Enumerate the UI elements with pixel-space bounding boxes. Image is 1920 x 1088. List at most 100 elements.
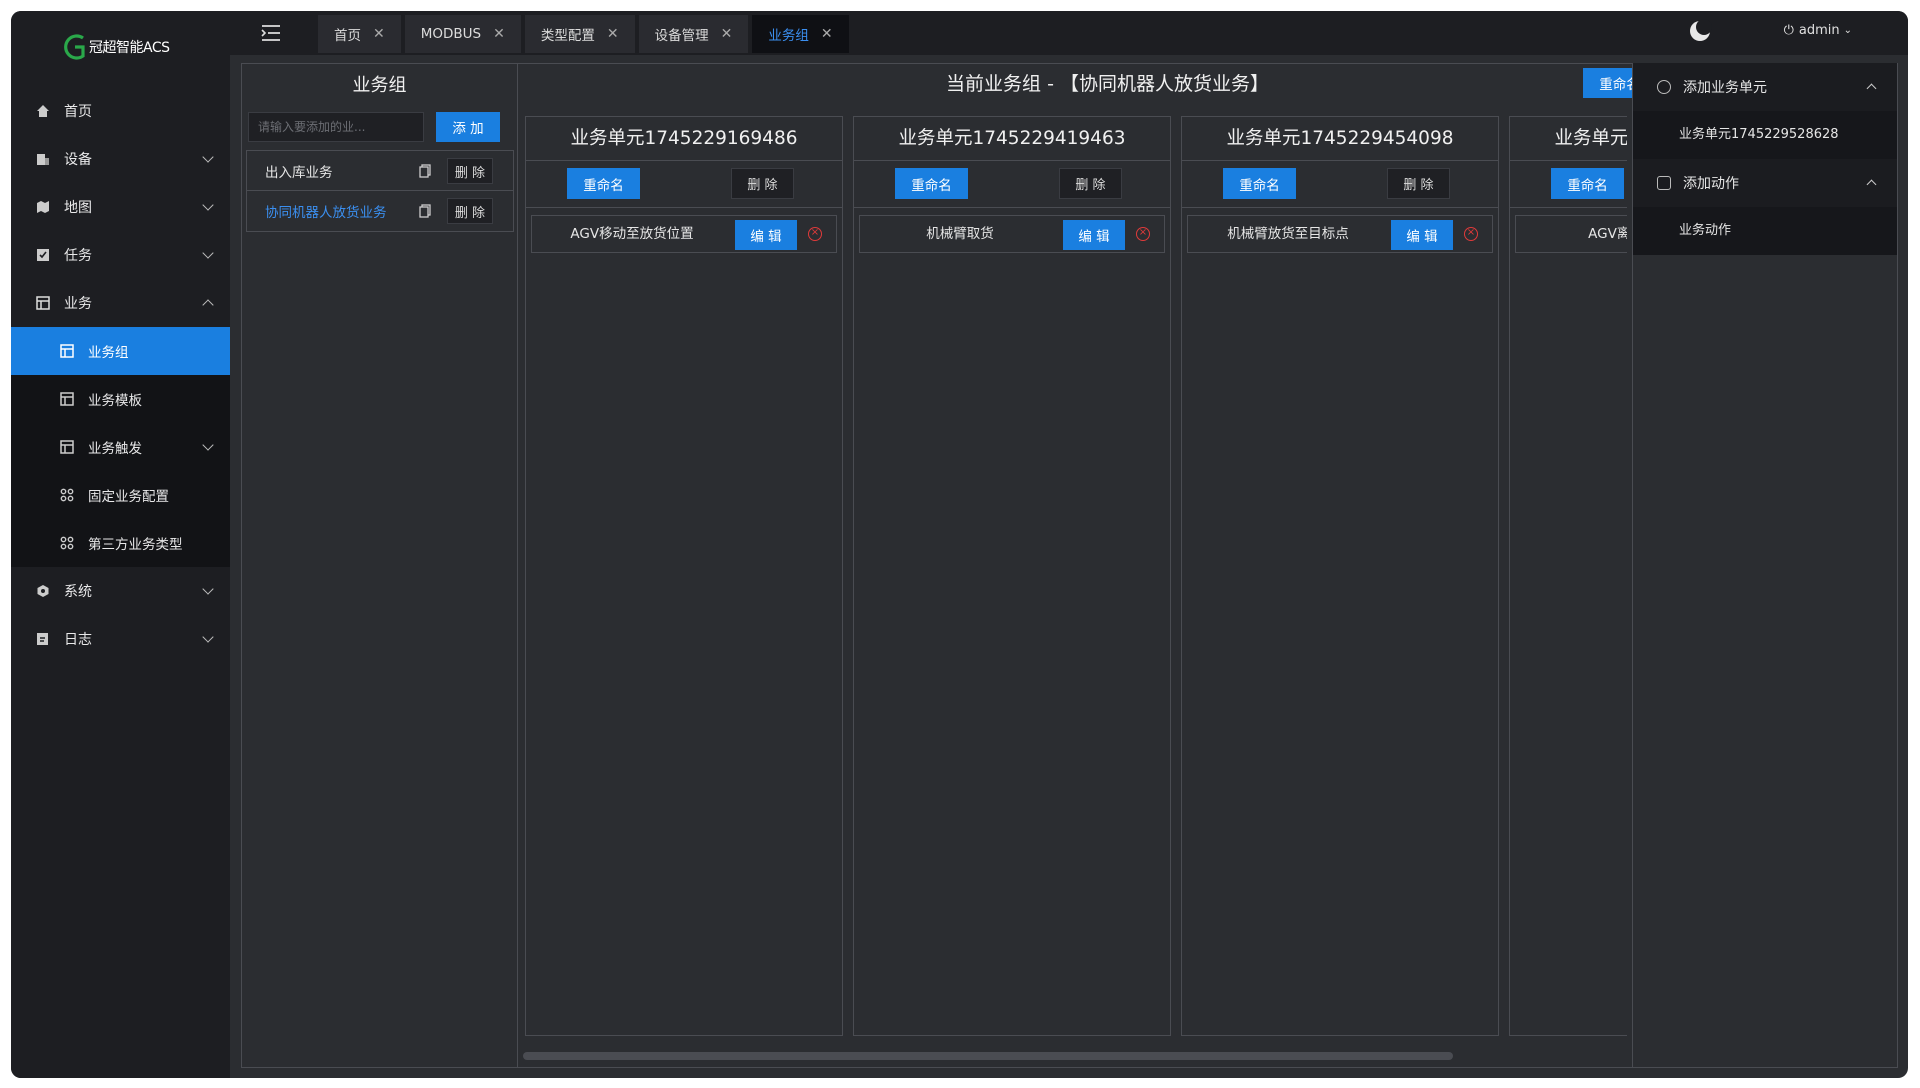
command-icon [60, 488, 74, 502]
copy-icon[interactable] [419, 164, 431, 178]
app-window: 冠超智能ACS 首页 设备 地图 任务 业务 业务组 业务模板 业务触发 固定业… [11, 11, 1908, 1078]
sidebar-item-business-group[interactable]: 业务组 [11, 327, 230, 375]
rename-unit-button[interactable]: 重命名 [1551, 168, 1624, 199]
business-unit: 业务单元1745229528628 重命名 删 除 AGV离开 编 辑 × [1509, 116, 1627, 1036]
action-item: 机械臂放货至目标点 编 辑 × [1187, 215, 1493, 253]
close-icon[interactable]: ✕ [607, 26, 619, 42]
sidebar-item-label: 业务 [64, 296, 92, 312]
delete-group-button[interactable]: 删 除 [447, 158, 493, 184]
log-icon [37, 633, 48, 645]
sidebar-item-business[interactable]: 业务 [11, 279, 230, 327]
sidebar: 冠超智能ACS 首页 设备 地图 任务 业务 业务组 业务模板 业务触发 固定业… [11, 11, 230, 1078]
group-list: 出入库业务 删 除 协同机器人放货业务 删 除 [246, 150, 514, 232]
sidebar-item-label: 任务 [64, 248, 92, 264]
tab-home[interactable]: 首页 ✕ [318, 15, 401, 53]
brand-name: 冠超智能ACS [89, 40, 170, 56]
chevron-down-icon [202, 583, 214, 595]
sidebar-item-label: 第三方业务类型 [88, 537, 183, 553]
horizontal-scrollbar[interactable] [523, 1052, 1453, 1060]
table-icon [60, 440, 74, 454]
rename-unit-button[interactable]: 重命名 [895, 168, 968, 199]
rename-unit-button[interactable]: 重命名 [567, 168, 640, 199]
unit-title: 业务单元1745229169486 [526, 117, 842, 161]
group-item[interactable]: 协同机器人放货业务 删 除 [247, 191, 513, 231]
tab-business-group[interactable]: 业务组 ✕ [752, 15, 849, 53]
sidebar-item-label: 固定业务配置 [88, 489, 169, 505]
chevron-down-icon [202, 247, 214, 259]
chevron-up-icon [1866, 179, 1877, 190]
unit-actions: 重命名 删 除 [1182, 161, 1498, 208]
tab-device-management[interactable]: 设备管理 ✕ [638, 15, 749, 53]
delete-unit-button[interactable]: 删 除 [731, 168, 794, 199]
group-name: 协同机器人放货业务 [265, 205, 387, 221]
edit-action-button[interactable]: 编 辑 [735, 220, 797, 250]
group-panel-title: 业务组 [352, 75, 407, 96]
tab-bar: 首页 ✕ MODBUS ✕ 类型配置 ✕ 设备管理 ✕ 业务组 ✕ [318, 15, 853, 53]
power-icon: ⏻ [1783, 23, 1794, 38]
sidebar-item-map[interactable]: 地图 [11, 183, 230, 231]
business-icon [36, 296, 50, 310]
action-item: AGV移动至放货位置 编 辑 × [531, 215, 837, 253]
tab-label: 类型配置 [540, 28, 595, 44]
close-icon[interactable]: ✕ [821, 26, 833, 42]
tab-type-config[interactable]: 类型配置 ✕ [524, 15, 635, 53]
delete-unit-button[interactable]: 删 除 [1059, 168, 1122, 199]
sidebar-item-home[interactable]: 首页 [11, 87, 230, 135]
remove-circle-icon[interactable]: × [808, 227, 822, 241]
close-icon[interactable]: ✕ [493, 26, 505, 42]
business-submenu: 业务组 业务模板 业务触发 固定业务配置 第三方业务类型 [11, 327, 230, 567]
section-title: 添加业务单元 [1683, 80, 1767, 96]
sidebar-item-label: 地图 [64, 200, 92, 216]
draggable-action-item[interactable]: 业务动作 [1633, 207, 1897, 255]
business-unit: 业务单元1745229454098 重命名 删 除 机械臂放货至目标点 编 辑 … [1181, 116, 1499, 1036]
sidebar-item-business-trigger[interactable]: 业务触发 [11, 423, 230, 471]
add-unit-section-header[interactable]: 添加业务单元 [1633, 63, 1897, 111]
add-action-section-header[interactable]: 添加动作 [1633, 159, 1897, 207]
group-name: 出入库业务 [265, 164, 333, 181]
rename-unit-button[interactable]: 重命名 [1223, 168, 1296, 199]
action-item: 机械臂取货 编 辑 × [859, 215, 1165, 253]
gear-icon [1657, 176, 1671, 190]
close-icon[interactable]: ✕ [373, 26, 385, 42]
delete-group-button[interactable]: 删 除 [447, 198, 493, 224]
chevron-down-icon: ⌄ [1843, 25, 1852, 36]
edit-action-button[interactable]: 编 辑 [1391, 220, 1453, 250]
sidebar-item-third-party-business-type[interactable]: 第三方业务类型 [11, 519, 230, 567]
unit-actions: 重命名 删 除 [1510, 161, 1627, 208]
group-item[interactable]: 出入库业务 删 除 [247, 151, 513, 191]
menu-collapse-icon[interactable] [260, 23, 282, 43]
sidebar-item-label: 系统 [64, 584, 92, 600]
sidebar-item-system[interactable]: 系统 [11, 567, 230, 615]
remove-circle-icon[interactable]: × [1464, 227, 1478, 241]
copy-icon[interactable] [419, 204, 431, 218]
sidebar-item-device[interactable]: 设备 [11, 135, 230, 183]
chevron-down-icon [202, 151, 214, 163]
section-title: 添加动作 [1683, 176, 1739, 192]
tab-label: 首页 [334, 28, 361, 44]
theme-toggle-icon[interactable] [1690, 19, 1712, 41]
home-icon [37, 105, 49, 117]
remove-circle-icon[interactable]: × [1136, 227, 1150, 241]
sidebar-item-log[interactable]: 日志 [11, 615, 230, 663]
add-group-button[interactable]: 添 加 [436, 112, 500, 142]
sidebar-item-label: 日志 [64, 632, 92, 648]
command-icon [60, 536, 74, 550]
action-name: 机械臂取货 [926, 226, 994, 242]
chevron-up-icon [202, 299, 214, 311]
logo-icon [64, 34, 85, 60]
edit-action-button[interactable]: 编 辑 [1063, 220, 1125, 250]
action-name: AGV移动至放货位置 [570, 226, 694, 242]
close-icon[interactable]: ✕ [721, 26, 733, 42]
tab-modbus[interactable]: MODBUS ✕ [404, 15, 521, 53]
logo: 冠超智能ACS [61, 27, 170, 67]
sidebar-item-business-template[interactable]: 业务模板 [11, 375, 230, 423]
draggable-unit-item[interactable]: 业务单元1745229528628 [1633, 111, 1897, 159]
sidebar-item-fixed-business-config[interactable]: 固定业务配置 [11, 471, 230, 519]
action-name: AGV离开 [1588, 226, 1627, 242]
action-name: 机械臂放货至目标点 [1227, 226, 1349, 242]
delete-unit-button[interactable]: 删 除 [1387, 168, 1450, 199]
sidebar-item-task[interactable]: 任务 [11, 231, 230, 279]
unit-title: 业务单元1745229528628 [1510, 117, 1627, 161]
user-menu[interactable]: ⏻ admin ⌄ [1784, 23, 1852, 38]
group-name-input[interactable] [248, 112, 424, 142]
